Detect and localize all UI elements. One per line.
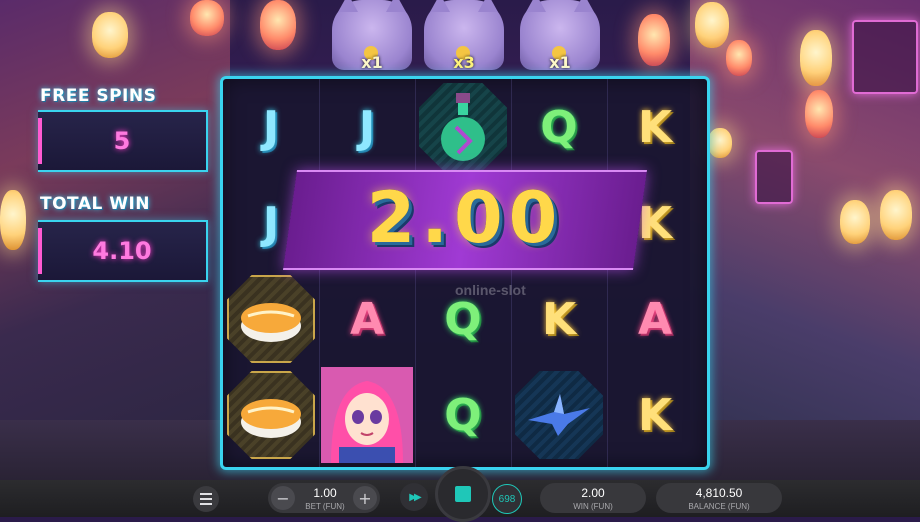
lantern-icon <box>800 30 832 86</box>
sushi-icon <box>241 303 301 342</box>
symbol-k: K <box>541 293 577 345</box>
multiplier-label: x3 <box>453 53 475 72</box>
balance-value: 4,810.50 <box>695 486 743 500</box>
reel-cell: A <box>319 271 415 367</box>
reel-cell <box>319 367 415 463</box>
lantern-icon <box>840 200 870 244</box>
bet-caption: BET (FUN) <box>305 502 345 511</box>
reel-grid: J J J A Q Q Q K K K A K <box>220 76 710 470</box>
win-banner-amount: 2.00 <box>366 177 564 259</box>
reel-cell <box>511 367 607 463</box>
total-win-label: TOTAL WIN <box>40 194 151 214</box>
lucky-cat-center: x3 <box>424 0 504 72</box>
lantern-icon <box>638 14 670 66</box>
stop-icon <box>455 486 471 502</box>
symbol-k: K <box>637 101 673 153</box>
reel-cell: J <box>319 79 415 175</box>
reel-column: J J <box>223 79 320 467</box>
reel-cell: A <box>607 271 703 367</box>
sushi-icon <box>241 399 301 438</box>
lantern-icon <box>708 128 732 158</box>
symbol-q: Q <box>444 293 482 345</box>
neon-fish-sign <box>852 20 918 94</box>
reel-column: Q K <box>511 79 608 467</box>
reel-cell: Q <box>511 79 607 175</box>
lucky-cat-right: x1 <box>520 0 600 72</box>
potion-bottle-icon <box>441 93 485 161</box>
multiplier-label: x1 <box>361 53 383 72</box>
shop-sign <box>755 150 793 204</box>
cat-ear <box>386 0 406 12</box>
fast-forward-icon: ▶▶ <box>409 491 422 503</box>
free-spins-label: FREE SPINS <box>40 86 157 106</box>
reel-cell: K <box>607 79 703 175</box>
fast-forward-button[interactable]: ▶▶ <box>400 483 428 511</box>
cat-ear <box>430 0 450 12</box>
total-win-value: 4.10 <box>38 220 208 282</box>
symbol-j: J <box>262 101 280 153</box>
autoplay-button[interactable]: 698 <box>492 484 522 514</box>
win-caption: WIN (FUN) <box>573 502 613 511</box>
lantern-icon <box>695 2 729 48</box>
lantern-icon <box>92 12 128 58</box>
reel-cell <box>223 367 319 463</box>
symbol-k: K <box>637 197 673 249</box>
multiplier-label: x1 <box>549 53 571 72</box>
symbol-q: Q <box>444 389 482 441</box>
reel-column: K K A K <box>607 79 703 467</box>
hamburger-icon-line <box>200 503 212 505</box>
reel-cell: J <box>223 79 319 175</box>
lantern-icon <box>260 0 296 50</box>
reel-column: J A <box>319 79 416 467</box>
hamburger-icon-line <box>200 493 212 495</box>
symbol-a: A <box>637 293 673 345</box>
lantern-icon <box>190 0 224 36</box>
cat-ear <box>526 0 546 12</box>
cat-ear <box>338 0 358 12</box>
lantern-icon <box>726 40 752 76</box>
menu-button[interactable] <box>193 486 219 512</box>
bet-value: 1.00 <box>313 486 337 500</box>
autoplay-count: 698 <box>498 493 516 505</box>
cat-ear <box>478 0 498 12</box>
lantern-icon <box>880 190 912 240</box>
symbol-j: J <box>262 197 280 249</box>
symbol-q: Q <box>540 101 578 153</box>
symbol-k: K <box>637 389 673 441</box>
anime-girl-icon <box>321 367 413 463</box>
free-spins-counter: 5 <box>38 110 208 172</box>
cat-ear <box>574 0 594 12</box>
paper-crane-icon <box>528 394 590 436</box>
bet-decrease-button[interactable]: − <box>271 486 295 510</box>
watermark: online-slot <box>455 282 526 298</box>
hamburger-icon-line <box>200 498 212 500</box>
win-value: 2.00 <box>581 486 605 500</box>
reel-cell <box>223 271 319 367</box>
symbol-a: A <box>349 293 385 345</box>
reel-cell <box>415 79 511 175</box>
bet-increase-button[interactable]: + <box>353 486 377 510</box>
reel-column: Q Q <box>415 79 512 467</box>
spin-stop-button[interactable] <box>435 466 491 522</box>
reel-cell: Q <box>415 367 511 463</box>
lantern-icon <box>805 90 833 138</box>
balance-caption: BALANCE (FUN) <box>688 502 750 511</box>
lucky-cat-left: x1 <box>332 0 412 72</box>
reel-cell: K <box>607 367 703 463</box>
symbol-j: J <box>358 101 376 153</box>
lantern-icon <box>0 190 26 250</box>
